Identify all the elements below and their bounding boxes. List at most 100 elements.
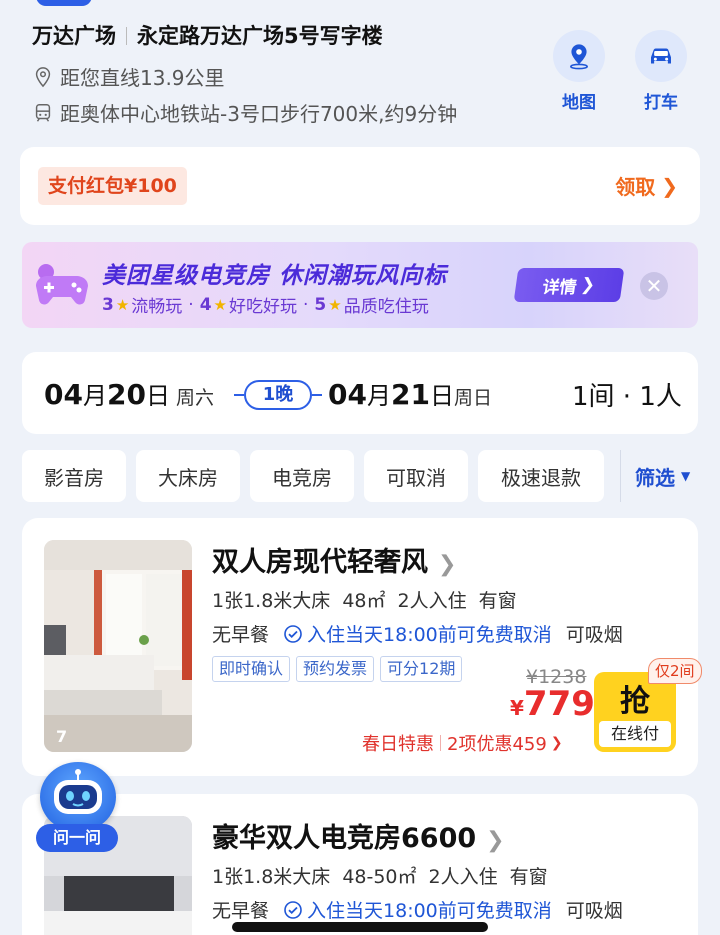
filter-chip[interactable]: 电竞房 <box>250 450 354 502</box>
dot-separator: · <box>188 294 194 315</box>
caret-down-icon: ▼ <box>681 469 691 483</box>
max-guests: 2人入住 <box>428 866 498 888</box>
map-label: 地图 <box>562 93 596 113</box>
filter-more-button[interactable]: 筛选 ▼ <box>620 450 690 502</box>
room-card[interactable]: 7 双人房现代轻奢风 ❯ 1张1.8米大床 48㎡ 2人入住 有窗 无早餐 入住当天18… <box>22 518 702 776</box>
plaza-name: 万达广场 <box>32 24 116 48</box>
checkout-weekday: 周日 <box>454 387 493 409</box>
month-unit: 月 <box>366 382 391 410</box>
filter-bar: 影音房 大床房 电竞房 可取消 极速退款 筛选 ▼ <box>22 450 720 502</box>
map-pin-icon <box>570 44 588 70</box>
room-area: 48-50㎡ <box>342 866 417 888</box>
book-now-button[interactable]: 抢 在线付 <box>594 672 676 752</box>
currency-symbol: ¥ <box>510 696 524 720</box>
promo-level-3: 3 <box>102 294 114 315</box>
room-title-text: 豪华双人电竞房6600 <box>212 823 477 854</box>
room-title[interactable]: 双人房现代轻奢风 ❯ <box>212 540 456 579</box>
robot-avatar-icon <box>40 762 116 832</box>
room-specs: 1张1.8米大床 48-50㎡ 2人入住 有窗 <box>212 862 560 889</box>
claim-label: 领取 <box>615 175 656 199</box>
filter-chip[interactable]: 可取消 <box>364 450 468 502</box>
address-line: 万达广场 永定路万达广场5号写字楼 <box>32 20 383 50</box>
smoking-info: 可吸烟 <box>565 900 623 922</box>
checkin-date[interactable]: 04月20日 <box>44 376 170 411</box>
promo-title: 美团星级电竞房 休闲潮玩风向标 <box>102 263 448 289</box>
current-price: ¥779 <box>510 684 595 724</box>
payment-coupon-badge: 支付红包¥100 <box>38 167 187 205</box>
free-cancel: 入住当天18:00前可免费取消 <box>283 896 552 923</box>
room-policy: 无早餐 入住当天18:00前可免费取消 可吸烟 <box>212 620 623 647</box>
star-icon: ★ <box>328 295 342 314</box>
distance-text: 距您直线13.9公里 <box>60 66 225 90</box>
max-guests: 2人入住 <box>397 590 467 612</box>
date-selector[interactable]: 04月20日 周六 1晚 04月21日 周日 1间 · 1人 <box>22 352 698 434</box>
checkin-month: 04 <box>44 378 83 411</box>
location-pin-icon <box>35 66 51 87</box>
deal-divider <box>440 735 441 751</box>
promo-subtitle: 3 ★ 流畅玩 · 4 ★ 好吃好玩 · 5 ★ 品质吃住玩 <box>102 292 429 318</box>
address-divider <box>126 27 127 45</box>
deal-info[interactable]: 春日特惠 2项优惠459 ❯ <box>362 730 563 756</box>
rooms-guests-selector[interactable]: 1间 · 1人 <box>572 376 682 413</box>
checkout-month: 04 <box>328 378 367 411</box>
cancel-policy-text: 入住当天18:00前可免费取消 <box>307 624 552 646</box>
breakfast-info: 无早餐 <box>212 624 270 646</box>
home-indicator <box>232 922 488 932</box>
robot-face-icon <box>54 769 102 814</box>
nights-badge: 1晚 <box>234 380 322 410</box>
month-unit: 月 <box>82 382 107 410</box>
room-tag: 即时确认 <box>212 656 291 682</box>
room-tag: 可分12期 <box>380 656 463 682</box>
chevron-right-icon: ❯ <box>438 552 457 577</box>
filter-chip[interactable]: 影音房 <box>22 450 126 502</box>
address-text: 永定路万达广场5号写字楼 <box>137 24 383 48</box>
breakfast-info: 无早餐 <box>212 900 270 922</box>
cancel-policy-text: 入住当天18:00前可免费取消 <box>307 900 552 922</box>
filter-chip[interactable]: 极速退款 <box>478 450 604 502</box>
discount-label: 2项优惠459 <box>447 734 547 755</box>
assistant-label: 问一问 <box>36 824 118 852</box>
esports-promo-banner[interactable]: 美团星级电竞房 休闲潮玩风向标 3 ★ 流畅玩 · 4 ★ 好吃好玩 · 5 ★ 品质吃住玩… <box>22 242 698 328</box>
free-cancel: 入住当天18:00前可免费取消 <box>283 620 552 647</box>
room-title[interactable]: 豪华双人电竞房6600 ❯ <box>212 816 505 855</box>
hotel-location-header: 万达广场 永定路万达广场5号写字楼 距您直线13.9公里 距奥体中心地铁站-3号口… <box>0 0 720 140</box>
filter-chip[interactable]: 大床房 <box>136 450 240 502</box>
image-count: 7 <box>56 727 68 746</box>
promo-item-text: 好吃好玩 <box>229 297 297 317</box>
room-photo-image <box>44 540 192 752</box>
room-card[interactable]: 豪华双人电竞房6600 ❯ 1张1.8米大床 48-50㎡ 2人入住 有窗 无早餐 入住… <box>22 794 698 935</box>
taxi-button[interactable]: 打车 <box>630 30 692 113</box>
game-controller-icon <box>36 264 88 305</box>
promo-item-text: 流畅玩 <box>131 297 183 317</box>
checkin-weekday: 周六 <box>176 387 215 409</box>
checkin-day: 20 <box>106 378 146 411</box>
ai-assistant-button[interactable]: 问一问 <box>36 762 118 854</box>
claim-coupon-button[interactable]: 领取 ❯ <box>615 171 678 200</box>
checkout-date[interactable]: 04月21日 <box>328 376 454 411</box>
day-unit: 日 <box>145 382 170 410</box>
window-info: 有窗 <box>478 590 517 612</box>
taxi-icon-circle <box>635 30 687 82</box>
map-button[interactable]: 地图 <box>548 30 610 113</box>
room-area: 48㎡ <box>342 590 386 612</box>
chevron-right-icon: ❯ <box>550 735 563 751</box>
metro-text: 距奥体中心地铁站-3号口步行700米,约9分钟 <box>60 102 458 126</box>
car-icon <box>651 48 671 64</box>
room-policy: 无早餐 入住当天18:00前可免费取消 可吸烟 <box>212 896 623 923</box>
taxi-label: 打车 <box>644 93 678 113</box>
window-info: 有窗 <box>509 866 548 888</box>
room-photo[interactable]: 7 <box>44 540 192 752</box>
distance-line: 距您直线13.9公里 <box>32 62 225 91</box>
promo-detail-button[interactable]: 详情 ❯ <box>513 268 625 302</box>
promo-item-text: 品质吃住玩 <box>343 297 429 317</box>
dot-separator: · <box>303 294 309 315</box>
checkout-day: 21 <box>390 378 430 411</box>
star-icon: ★ <box>115 295 130 314</box>
promo-level-5: 5 <box>314 294 327 315</box>
room-specs: 1张1.8米大床 48㎡ 2人入住 有窗 <box>212 586 529 613</box>
close-icon[interactable]: ✕ <box>640 272 668 300</box>
price-value: 779 <box>523 684 595 724</box>
room-title-text: 双人房现代轻奢风 <box>212 547 428 578</box>
check-circle-icon <box>284 624 302 643</box>
deal-label: 春日特惠 <box>362 734 434 755</box>
